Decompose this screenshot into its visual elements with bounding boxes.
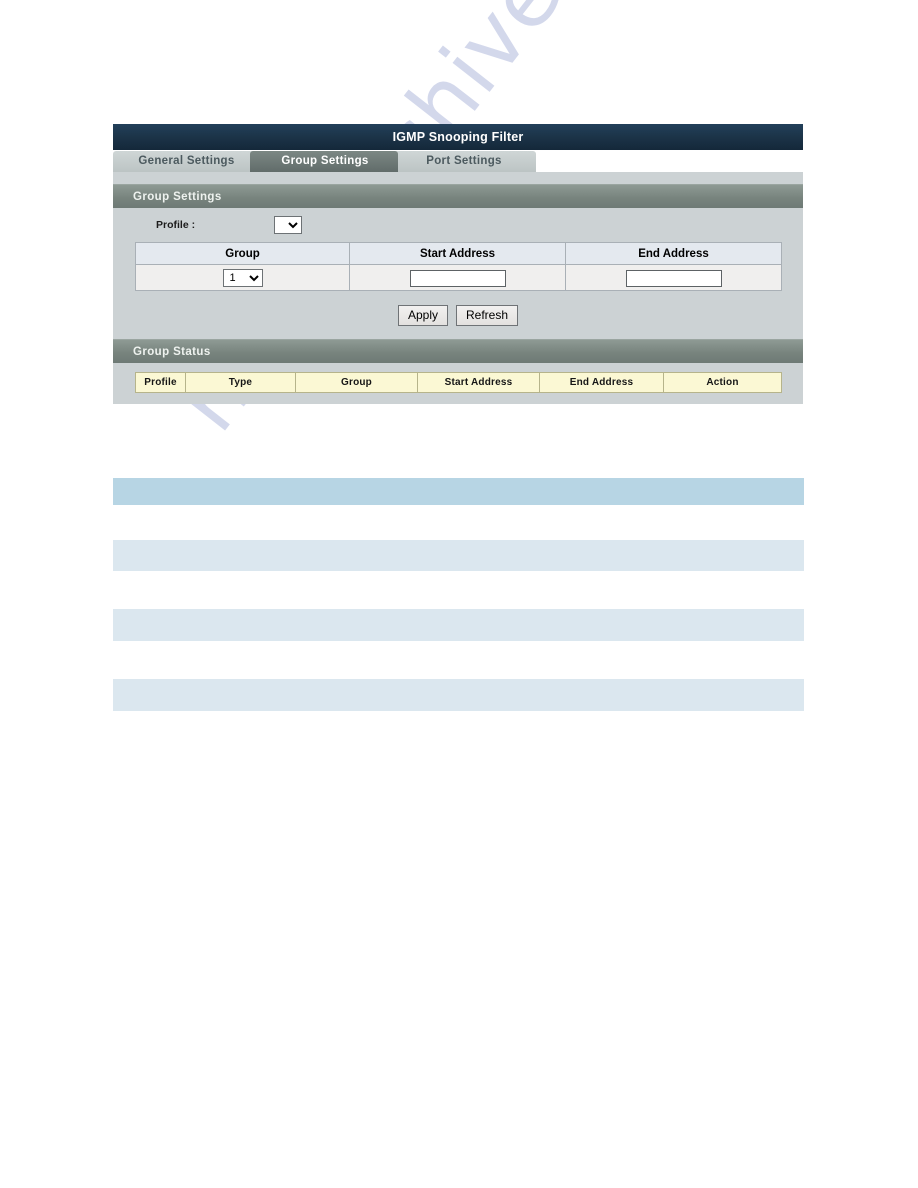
apply-button[interactable]: Apply <box>397 304 448 326</box>
section-header-group-status: Group Status <box>113 339 803 363</box>
group-entry-table-wrapper: Group Start Address End Address 1 <box>113 242 803 291</box>
tab-general-settings-label: General Settings <box>138 155 235 167</box>
cell-group-select: 1 <box>135 264 350 291</box>
tab-group-settings-label: Group Settings <box>281 155 369 167</box>
igmp-snooping-filter-panel: IGMP Snooping Filter General Settings Gr… <box>113 124 803 404</box>
page-title-bar: IGMP Snooping Filter <box>113 124 803 150</box>
status-column-header-profile: Profile <box>135 372 186 393</box>
column-header-end-address: End Address <box>565 242 782 265</box>
tab-bar: General Settings Group Settings Port Set… <box>113 150 803 172</box>
section-header-group-settings: Group Settings <box>113 184 803 208</box>
group-entry-header-row: Group Start Address End Address <box>135 242 782 265</box>
group-status-table-wrapper: Profile Type Group Start Address End Add… <box>113 363 803 404</box>
start-address-input[interactable] <box>409 269 506 287</box>
group-entry-row: 1 <box>135 264 782 291</box>
panel-body: Group Settings Profile : Group Start Add… <box>113 172 803 404</box>
status-column-header-start-address: Start Address <box>417 372 540 393</box>
group-select[interactable]: 1 <box>222 269 263 287</box>
profile-label: Profile : <box>156 219 196 231</box>
status-column-header-type: Type <box>185 372 296 393</box>
end-address-input[interactable] <box>625 269 722 287</box>
profile-select[interactable] <box>274 216 302 234</box>
group-status-header-row: Profile Type Group Start Address End Add… <box>135 372 782 393</box>
tab-underline-spacer <box>113 172 803 184</box>
cell-end-address <box>565 264 782 291</box>
column-header-group: Group <box>135 242 350 265</box>
section-header-group-status-label: Group Status <box>133 345 211 358</box>
section-header-group-settings-label: Group Settings <box>133 190 222 203</box>
refresh-button[interactable]: Refresh <box>456 304 519 326</box>
cell-start-address <box>349 264 566 291</box>
group-status-table: Profile Type Group Start Address End Add… <box>135 372 782 393</box>
status-column-header-group: Group <box>295 372 418 393</box>
tab-bar-filler <box>528 164 803 172</box>
document-bar <box>113 540 804 571</box>
column-header-start-address: Start Address <box>349 242 566 265</box>
document-bar <box>113 478 804 505</box>
tab-port-settings-label: Port Settings <box>426 155 502 167</box>
tab-general-settings[interactable]: General Settings <box>113 151 258 172</box>
tab-port-settings[interactable]: Port Settings <box>390 151 536 172</box>
document-bar <box>113 679 804 711</box>
status-column-header-action: Action <box>663 372 782 393</box>
document-bar <box>113 609 804 641</box>
status-column-header-end-address: End Address <box>539 372 664 393</box>
page-title: IGMP Snooping Filter <box>392 130 524 144</box>
group-entry-table: Group Start Address End Address 1 <box>135 242 782 291</box>
profile-row: Profile : <box>113 208 803 242</box>
action-button-row: Apply Refresh <box>113 291 803 339</box>
tab-group-settings[interactable]: Group Settings <box>250 151 398 172</box>
